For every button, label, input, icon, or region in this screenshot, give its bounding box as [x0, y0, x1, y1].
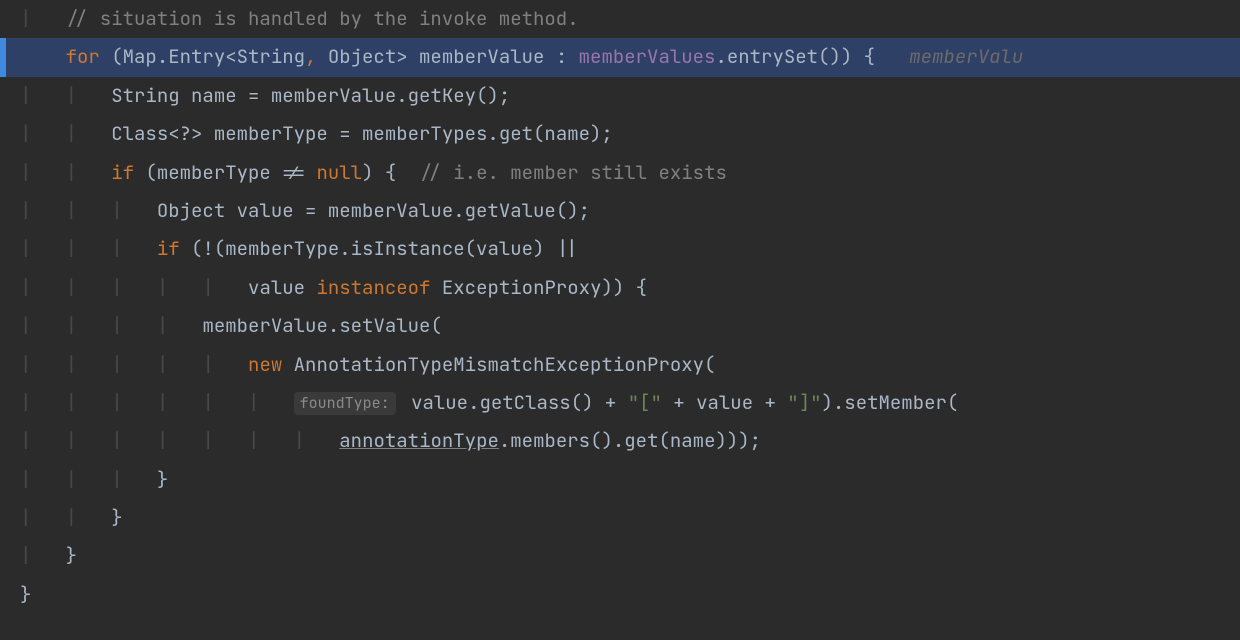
if-keyword: if [111, 160, 134, 185]
code-text: String name = memberValue.getKey(); [111, 83, 510, 108]
code-editor[interactable]: | // situation is handled by the invoke … [0, 0, 1240, 640]
code-text: (memberType != [134, 160, 316, 185]
instanceof-keyword: instanceof [316, 275, 430, 300]
code-text: memberValue.setValue( [202, 313, 441, 338]
trailing-hint [875, 44, 909, 69]
indent-guide: | [20, 6, 66, 31]
code-line: | | | | | | | annotationType.members().g… [0, 422, 1240, 460]
code-line: | // situation is handled by the invoke … [0, 0, 1240, 38]
code-text: ExceptionProxy)) { [430, 275, 647, 300]
code-line: | | String name = memberValue.getKey(); [0, 77, 1240, 115]
code-text: + value + [662, 390, 787, 415]
code-line: | | | if (!(memberType.isInstance(value)… [0, 230, 1240, 268]
string-literal: "]" [787, 390, 821, 415]
code-text: value.getClass() + [400, 390, 628, 415]
field-ref: memberValues [579, 44, 716, 69]
comment-text: // situation is handled by the invoke me… [66, 6, 579, 31]
code-line: | | if (memberType != null) { // i.e. me… [0, 154, 1240, 192]
code-text: ) { [362, 160, 419, 185]
code-line: | | | | memberValue.setValue( [0, 307, 1240, 345]
code-line: | | | Object value = memberValue.getValu… [0, 192, 1240, 230]
code-text: .members().get(name))); [499, 428, 761, 453]
code-line: | | } [0, 499, 1240, 537]
code-line: | | | | | value instanceof ExceptionProx… [0, 269, 1240, 307]
code-line: | | | | | | foundType: value.getClass() … [0, 384, 1240, 422]
code-line-highlight: for (Map.Entry<String, Object> memberVal… [0, 38, 1240, 76]
code-line: | } [0, 537, 1240, 575]
trailing-hint: memberValu [909, 44, 1023, 69]
code-line: | | | | | new AnnotationTypeMismatchExce… [0, 346, 1240, 384]
new-keyword: new [248, 352, 282, 377]
for-keyword: for [66, 44, 100, 69]
code-text: Object value = memberValue.getValue(); [157, 198, 590, 223]
code-line: } [0, 576, 1240, 614]
gutter-highlight [0, 38, 6, 76]
code-line: | | Class<?> memberType = memberTypes.ge… [0, 115, 1240, 153]
brace: } [20, 582, 31, 607]
brace: } [66, 543, 77, 568]
code-text: .entrySet()) { [715, 44, 875, 69]
comment-text: // i.e. member still exists [419, 160, 727, 185]
comma-keyword: , [305, 44, 328, 69]
code-text: Object> memberValue : [328, 44, 579, 69]
code-text: value [248, 275, 316, 300]
inlay-hint: foundType: [294, 392, 396, 415]
if-keyword: if [157, 236, 180, 261]
string-literal: "[" [628, 390, 662, 415]
underlined-ref: annotationType [339, 428, 499, 453]
code-text: AnnotationTypeMismatchExceptionProxy( [282, 352, 715, 377]
code-text: Class<?> memberType = memberTypes.get(na… [111, 121, 613, 146]
code-text: (!(memberType.isInstance(value) || [180, 236, 579, 261]
code-text: (Map.Entry<String [100, 44, 305, 69]
code-text: ).setMember( [822, 390, 959, 415]
brace: } [157, 467, 168, 492]
code-line: | | | } [0, 461, 1240, 499]
brace: } [111, 505, 122, 530]
null-keyword: null [316, 160, 362, 185]
